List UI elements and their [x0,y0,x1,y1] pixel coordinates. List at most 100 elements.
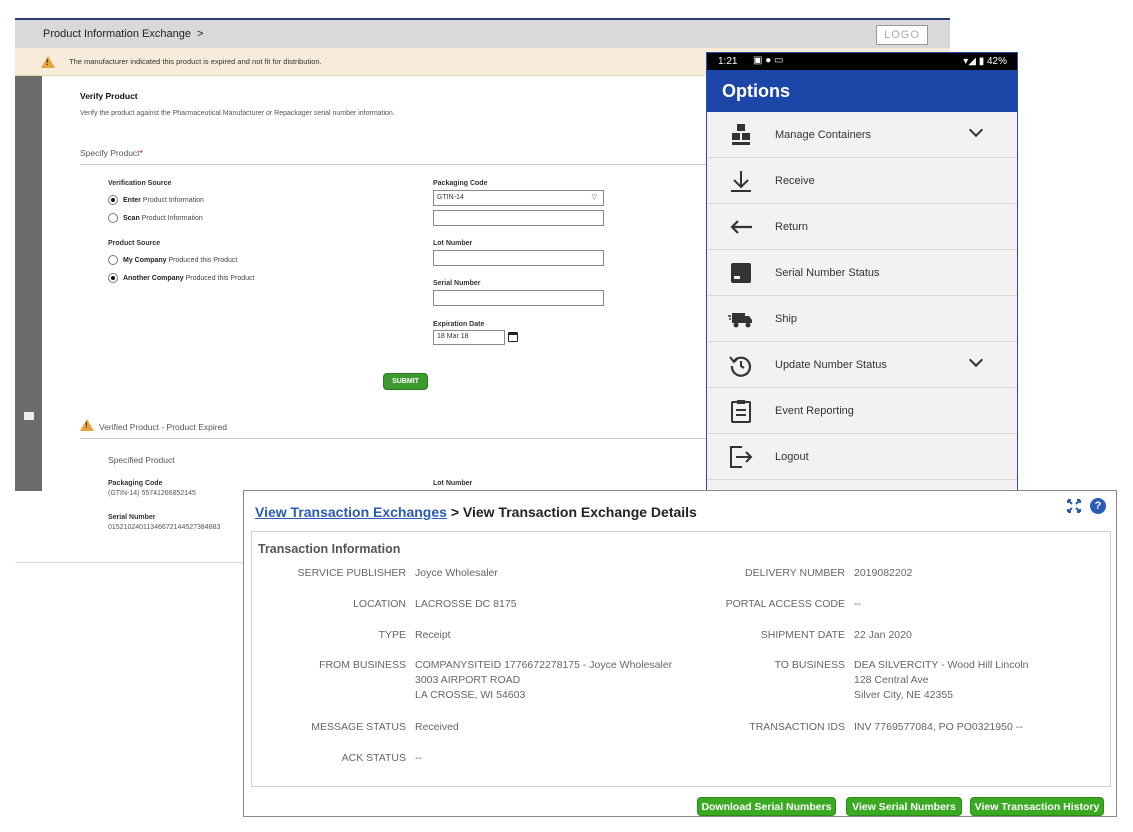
radio-another-company[interactable] [108,273,118,283]
result-serial-number-value: 01521024011346672144527384883 [108,524,221,531]
field-key: LOCATION [353,598,406,610]
divider [15,562,245,563]
product-source-label: Product Source [108,240,161,247]
menu-item-event-reporting[interactable]: Event Reporting [707,388,1017,434]
view-transaction-exchanges-link[interactable]: View Transaction Exchanges [255,504,447,520]
transaction-information-panel: Transaction Information SERVICE PUBLISHE… [251,531,1111,787]
notification-icons: ▣ ● ▭ [753,55,784,66]
dropdown-arrow-icon: ▽ [591,194,597,201]
radio-enter-product[interactable] [108,195,118,205]
boxes-icon [732,124,750,145]
result-packaging-code-label: Packaging Code [108,480,163,487]
expiration-date-label: Expiration Date [433,321,485,328]
field-key: SHIPMENT DATE [760,629,845,641]
menu-item-serial-number-status[interactable]: Serial Number Status [707,250,1017,296]
history-icon [729,356,752,377]
field-value: -- [415,752,422,764]
mobile-options-panel: 1:21 ▣ ● ▭ ▾◢ ▮ 42% Options Manage Conta… [706,52,1018,549]
clipboard-icon [731,400,751,423]
field-value: Joyce Wholesaler [415,567,498,579]
lot-number-input[interactable] [433,250,604,266]
expiration-date-input[interactable]: 18 Mar 18 [433,330,505,345]
menu-item-update-number-status[interactable]: Update Number Status [707,342,1017,388]
section-title: Transaction Information [258,542,401,556]
specify-product-label: Specify Product [80,148,140,158]
radio-enter-product-label: Enter Product Information [123,197,204,204]
calendar-icon[interactable] [508,332,518,342]
transaction-details-dialog: View Transaction Exchanges > View Transa… [243,490,1117,817]
breadcrumb[interactable]: Product Information Exchange > [43,28,203,40]
radio-scan-product-label: Scan Product Information [123,215,203,222]
menu-item-logout[interactable]: Logout [707,434,1017,480]
field-value: LA CROSSE, WI 54603 [415,689,526,701]
status-time: 1:21 [718,56,738,67]
field-key: TO BUSINESS [774,659,845,671]
menu-item-label: Event Reporting [775,405,854,417]
view-transaction-history-button[interactable]: View Transaction History [970,797,1104,816]
packaging-code-select[interactable]: GTIN-14 ▽ [433,190,604,206]
radio-another-company-label: Another Company Produced this Product [123,275,255,282]
serial-number-input[interactable] [433,290,604,306]
menu-item-label: Logout [775,451,809,463]
radio-my-company[interactable] [108,255,118,265]
options-title: Options [707,70,1017,112]
view-serial-numbers-button[interactable]: View Serial Numbers [846,797,962,816]
field-key: DELIVERY NUMBER [745,567,845,579]
packaging-code-label: Packaging Code [433,180,488,187]
menu-item-manage-containers[interactable]: Manage Containers [707,112,1017,158]
truck-icon [728,313,752,328]
logo: LOGO [876,25,928,45]
menu-item-ship[interactable]: Ship [707,296,1017,342]
expiration-date-value: 18 Mar 18 [437,333,469,340]
serial-number-label: Serial Number [433,280,481,287]
download-arrow-icon [731,171,751,192]
field-value: Silver City, NE 42355 [854,689,954,701]
warning-icon [41,56,55,68]
field-value: -- [854,598,861,610]
field-key: ACK STATUS [341,752,406,764]
menu-item-label: Return [775,221,809,233]
menu-item-label: Manage Containers [775,129,872,141]
field-value: LACROSSE DC 8175 [415,598,517,610]
container-icon [731,263,751,283]
menu-item-label: Receive [775,175,815,187]
chevron-down-icon[interactable] [968,122,984,138]
specify-product-heading: Specify Product* [80,148,143,158]
field-value: INV 7769577084, PO PO0321950 -- [854,721,1023,733]
verified-product-title: Verified Product - Product Expired [99,422,228,432]
field-value: DEA SILVERCITY - Wood Hill Lincoln [854,659,1029,671]
verification-source-label: Verification Source [108,180,172,187]
result-serial-number-label: Serial Number [108,514,156,521]
field-value: COMPANYSITEID 1776672278175 - Joyce Whol… [415,659,673,671]
field-key: TRANSACTION IDS [749,721,845,733]
chat-icon[interactable] [24,412,34,420]
field-value: 22 Jan 2020 [854,629,912,641]
expand-icon[interactable] [1067,499,1081,513]
field-value: 128 Central Ave [854,674,929,686]
radio-scan-product[interactable] [108,213,118,223]
download-serial-numbers-button[interactable]: Download Serial Numbers [697,797,836,816]
field-key: SERVICE PUBLISHER [297,567,406,579]
page-subtitle: Verify the product against the Pharmaceu… [80,110,395,117]
result-lot-number-label: Lot Number [433,480,473,487]
return-arrow-icon [730,220,752,234]
specified-product-heading: Specified Product [108,455,175,465]
result-packaging-code-value: (GTIN-14) 55741266852145 [108,490,196,497]
page-title: Verify Product [80,91,138,101]
submit-button[interactable]: SUBMIT [383,373,428,390]
help-icon[interactable]: ? [1090,498,1106,514]
battery-status: ▾◢ ▮ 42% [963,56,1007,67]
status-bar: 1:21 ▣ ● ▭ ▾◢ ▮ 42% [707,53,1017,70]
field-value: Received [415,721,459,733]
packaging-code-input[interactable] [433,210,604,226]
field-value: 3003 AIRPORT ROAD [415,674,521,686]
menu-item-return[interactable]: Return [707,204,1017,250]
chevron-down-icon[interactable] [968,352,984,368]
required-mark: * [139,148,143,158]
breadcrumb-label[interactable]: Product Information Exchange [43,28,191,40]
field-key: MESSAGE STATUS [311,721,406,733]
packaging-code-value: GTIN-14 [437,194,464,201]
field-value: 2019082202 [854,567,913,579]
menu-item-label: Update Number Status [775,359,887,371]
menu-item-receive[interactable]: Receive [707,158,1017,204]
